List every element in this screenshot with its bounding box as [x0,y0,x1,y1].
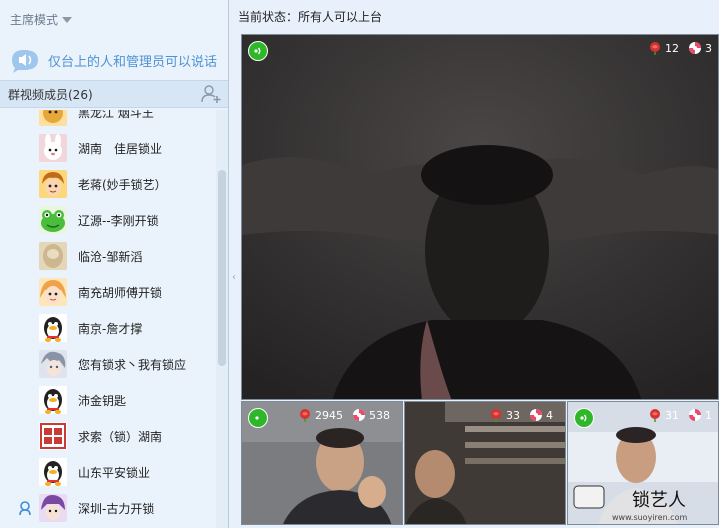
avatar[interactable] [39,170,67,198]
add-member-icon[interactable] [200,83,222,105]
avatar[interactable] [39,134,67,162]
small-video-stats: 31 1 [648,408,718,422]
avatar[interactable] [39,494,67,522]
main-video[interactable]: 12 3 [241,34,719,400]
member-name: 辽源--李刚开锁 [78,213,159,228]
chevron-down-icon [62,17,73,23]
member-item[interactable]: 湖南 佳居锁业 [0,130,216,166]
avatar[interactable] [39,314,67,342]
member-item[interactable]: 山东平安锁业 [0,454,216,490]
mode-selector[interactable]: 主席模式 [0,0,228,40]
avatar[interactable] [39,110,67,126]
avatar[interactable] [39,206,67,234]
candy-count: 3 [705,41,712,55]
candy-icon[interactable] [688,408,702,422]
speak-notice: 仅台上的人和管理员可以说话 [0,40,228,80]
small-video-stats: 2945 538 [298,408,396,422]
candy-icon[interactable] [688,41,702,55]
watermark-text: 锁艺人 [632,490,686,511]
member-item[interactable]: 老蒋(妙手锁艺） [0,166,216,202]
small-video-stats: 33 4 [489,408,559,422]
watermark-logo: 锁艺人 www.suoyiren.com [572,478,719,524]
member-name: 山东平安锁业 [78,465,151,480]
speaker-icon [8,47,44,73]
signal-icon [248,408,268,428]
main-video-stats: 12 3 [648,41,718,55]
rose-icon[interactable] [489,408,503,422]
member-item[interactable]: 辽源--李刚开锁 [0,202,216,238]
candy-icon[interactable] [352,408,366,422]
avatar[interactable] [39,458,67,486]
mode-label: 主席模式 [10,13,59,27]
member-name: 湖南 佳居锁业 [78,141,163,156]
member-name: 临沧-邹新滔 [78,249,143,264]
notice-text: 仅台上的人和管理员可以说话 [48,54,218,70]
member-list: 黑龙江 烟斗王湖南 佳居锁业 老蒋(妙手锁艺） 辽源--李刚开锁 临沧-邹新滔南充胡师… [0,110,216,528]
stage-status: 当前状态：所有人可以上台 [238,10,383,24]
avatar[interactable] [39,350,67,378]
rose-count: 2945 [315,408,343,422]
avatar[interactable] [39,242,67,270]
rose-icon[interactable] [648,41,662,55]
member-item[interactable]: 南充胡师傅开锁 [0,274,216,310]
admin-badge-icon [17,500,33,516]
rose-count: 33 [506,408,520,422]
watermark-url: www.suoyiren.com [612,513,687,522]
member-name: 深圳-古力开锁 [78,501,155,516]
member-item[interactable]: 深圳-古力开锁 [0,490,216,526]
small-video-1[interactable]: 2945 538 [241,401,403,525]
member-name: 老蒋(妙手锁艺） [78,177,167,192]
rose-count: 31 [665,408,679,422]
members-header: 群视频成员(26) [0,80,228,108]
rose-icon[interactable] [298,408,312,422]
member-item[interactable]: 求索（锁）湖南 [0,418,216,454]
signal-icon [248,41,268,61]
member-name: 求索（锁）湖南 [78,429,163,444]
avatar[interactable] [39,386,67,414]
members-title: 群视频成员(26) [8,87,93,102]
member-name: 您有锁求丶我有锁应 [78,357,187,372]
rose-count: 12 [665,41,679,55]
member-name: 南充胡师傅开锁 [78,285,163,300]
candy-count: 4 [546,408,553,422]
member-item[interactable]: 临沧-邹新滔 [0,238,216,274]
candy-count: 538 [369,408,390,422]
member-item[interactable]: 南京-詹才撑 [0,310,216,346]
scrollbar-thumb[interactable] [218,170,226,366]
small-video-2[interactable]: 33 4 [404,401,566,525]
member-name: 沛金钥匙 [78,393,127,408]
member-item[interactable]: 黑龙江 烟斗王 [0,110,216,130]
member-name: 黑龙江 烟斗王 [78,110,154,120]
member-list-scrollbar[interactable] [216,110,228,528]
avatar[interactable] [39,278,67,306]
member-name: 南京-詹才撑 [78,321,143,336]
candy-icon[interactable] [529,408,543,422]
collapse-sidebar-icon[interactable]: ‹ [229,266,239,290]
member-item[interactable]: 您有锁求丶我有锁应 [0,346,216,382]
signal-icon [574,408,594,428]
main-video-feed [242,35,718,399]
rose-icon[interactable] [648,408,662,422]
member-item[interactable]: 沛金钥匙 [0,382,216,418]
candy-count: 1 [705,408,712,422]
avatar[interactable] [39,422,67,450]
